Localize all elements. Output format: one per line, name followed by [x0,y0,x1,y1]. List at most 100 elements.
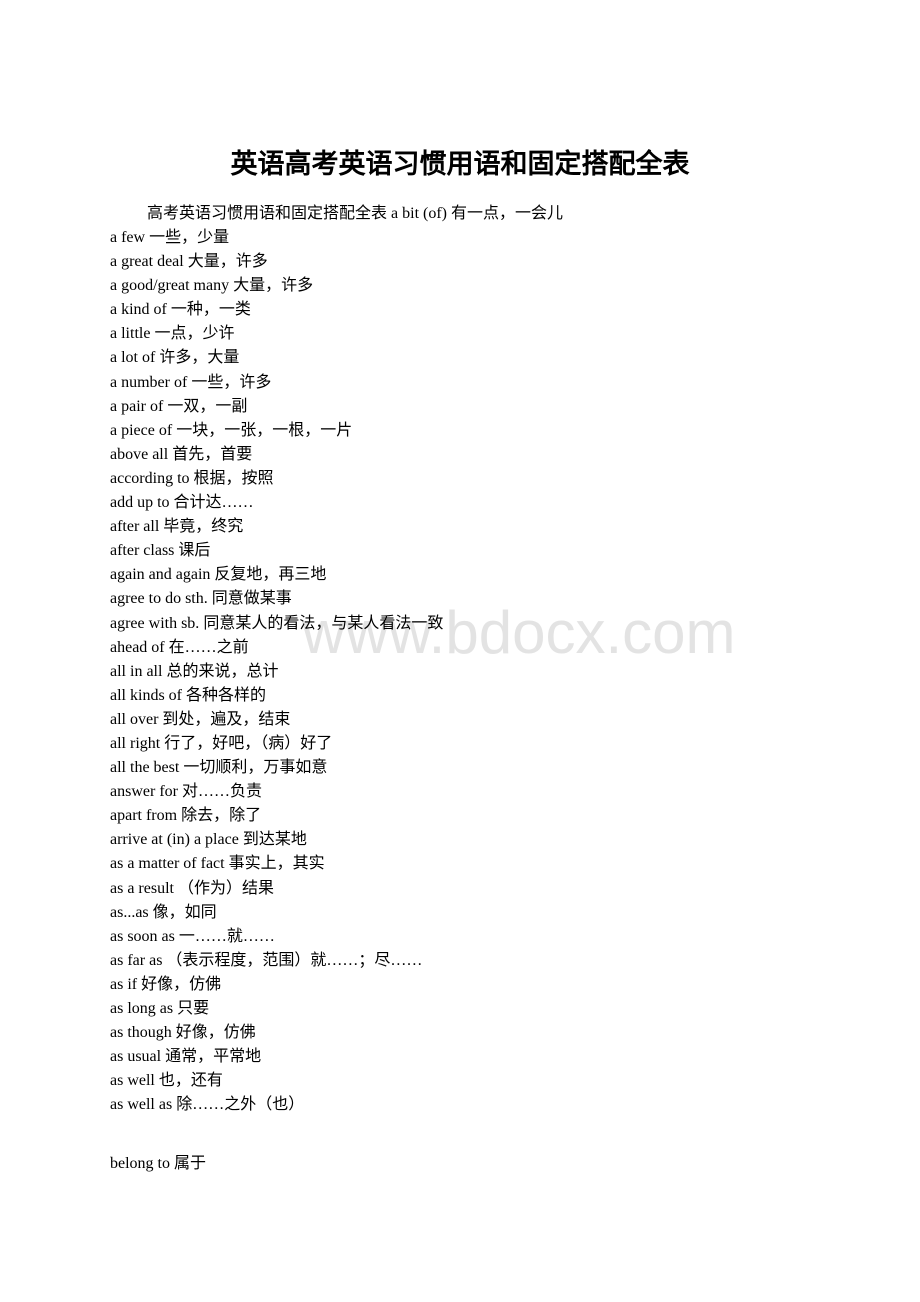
list-item: again and again 反复地，再三地 [110,563,443,587]
phrase-chinese: 毕竟，终究 [163,518,244,536]
phrase-chinese: 在……之前 [168,638,249,656]
list-item: above all 首先，首要 [110,443,443,467]
intro-prefix: 高考英语习惯用语和固定搭配全表 [147,205,388,222]
phrase-english: answer for [110,783,178,801]
intro-line: 高考英语习惯用语和固定搭配全表 a bit (of) 有一点，一会儿 [147,202,563,226]
phrase-english: after class [110,542,175,560]
phrase-chinese: 课后 [178,542,211,560]
phrase-english: as...as [110,903,149,921]
phrase-english: arrive at (in) a place [110,831,239,849]
phrase-english: a piece of [110,421,173,439]
list-item: as long as 只要 [110,997,443,1021]
phrase-chinese: 像，如同 [152,903,217,921]
phrase-chinese: 根据，按照 [193,469,274,487]
phrase-chinese: 合计达…… [173,494,254,512]
list-item: as a matter of fact 事实上，其实 [110,852,443,876]
phrase-chinese: 也，还有 [158,1072,223,1090]
phrase-english: a lot of [110,349,156,367]
phrase-english: as though [110,1024,172,1042]
list-item: after all 毕竟，终究 [110,515,443,539]
list-item: all over 到处，遍及，结束 [110,708,443,732]
list-item: all the best 一切顺利，万事如意 [110,756,443,780]
list-item: as well as 除……之外（也） [110,1093,443,1117]
list-item: all right 行了，好吧，（病）好了 [110,732,443,756]
phrase-chinese: 许多，大量 [159,349,240,367]
phrase-english: agree with sb. [110,614,200,632]
phrase-chinese: 一些，少量 [149,229,230,246]
list-item: as though 好像，仿佛 [110,1021,443,1045]
list-item: a piece of 一块，一张，一根，一片 [110,419,443,443]
phrase-english: as usual [110,1048,162,1066]
phrase-chinese: 通常，平常地 [165,1048,262,1066]
phrase-english: a number of [110,373,188,391]
phrase-chinese: 一切顺利，万事如意 [183,759,328,777]
phrase-english: add up to [110,494,170,512]
phrase-chinese: 大量，许多 [233,277,314,295]
phrase-chinese: 反复地，再三地 [214,566,327,584]
phrase-chinese: 对……负责 [181,783,262,801]
phrase-chinese: 一块，一张，一根，一片 [176,421,353,439]
list-item: as...as 像，如同 [110,901,443,925]
phrase-chinese: 同意某人的看法，与某人看法一致 [203,614,444,632]
list-item: as far as （表示程度，范围）就……；尽…… [110,949,443,973]
phrase-english: all the best [110,759,180,777]
phrase-chinese: 到达某地 [242,831,307,849]
phrase-english: as a result [110,879,174,897]
phrase-chinese: 一些，许多 [191,373,272,391]
phrase-english: a pair of [110,397,164,415]
list-item: ahead of 在……之前 [110,636,443,660]
list-item: arrive at (in) a place 到达某地 [110,828,443,852]
phrase-chinese: 有一点，一会儿 [451,205,564,222]
phrase-english: ahead of [110,638,165,656]
phrase-chinese: （表示程度，范围）就……；尽…… [166,951,423,969]
phrase-english: all kinds of [110,686,182,704]
phrase-english: as far as [110,951,163,969]
list-item: all in all 总的来说，总计 [110,660,443,684]
document-title: 英语高考英语习惯用语和固定搭配全表 [230,149,690,179]
phrase-english: as well as [110,1096,173,1114]
phrase-list: a few 一些，少量 a great deal 大量，许多 a good/great … [110,226,443,1117]
phrase-chinese: 大量，许多 [187,253,268,271]
phrase-chinese: 属于 [174,1155,207,1172]
list-item: as usual 通常，平常地 [110,1045,443,1069]
phrase-english: a bit (of) [391,205,447,222]
phrase-english: after all [110,518,160,536]
phrase-english: belong to [110,1155,170,1172]
phrase-english: all in all [110,662,163,680]
list-item: agree with sb. 同意某人的看法，与某人看法一致 [110,612,443,636]
list-item: according to 根据，按照 [110,467,443,491]
phrase-chinese: 一种，一类 [170,301,251,319]
phrase-english: all right [110,734,161,752]
list-item: as well 也，还有 [110,1069,443,1093]
list-item: a little 一点，少许 [110,322,443,346]
phrase-english: a good/great many [110,277,230,295]
phrase-chinese: 除去，除了 [181,807,262,825]
phrase-english: agree to do sth. [110,590,208,608]
phrase-chinese: 一……就…… [178,927,275,945]
phrase-chinese: 行了，好吧，（病）好了 [164,734,333,752]
list-item: as a result （作为）结果 [110,877,443,901]
list-item: as if 好像，仿佛 [110,973,443,997]
phrase-chinese: 总的来说，总计 [166,662,279,680]
list-item: answer for 对……负责 [110,780,443,804]
list-item: a lot of 许多，大量 [110,346,443,370]
phrase-english: as if [110,975,138,993]
phrase-chinese: 到处，遍及，结束 [162,710,291,728]
phrase-english: above all [110,445,169,463]
phrase-english: all over [110,710,159,728]
phrase-chinese: （作为）结果 [177,879,274,897]
phrase-english: a great deal [110,253,184,271]
phrase-chinese: 除……之外（也） [176,1096,305,1114]
phrase-chinese: 首先，首要 [172,445,253,463]
phrase-chinese: 同意做某事 [211,590,292,608]
list-item: a kind of 一种，一类 [110,298,443,322]
phrase-chinese: 只要 [177,1000,210,1017]
list-item: a great deal 大量，许多 [110,250,443,274]
phrase-chinese: 一点，少许 [154,325,235,343]
list-item: add up to 合计达…… [110,491,443,515]
phrase-english: as soon as [110,927,175,945]
list-item: a good/great many 大量，许多 [110,274,443,298]
phrase-english: as long as [110,1000,174,1017]
list-item: all kinds of 各种各样的 [110,684,443,708]
list-item: belong to 属于 [110,1152,206,1176]
